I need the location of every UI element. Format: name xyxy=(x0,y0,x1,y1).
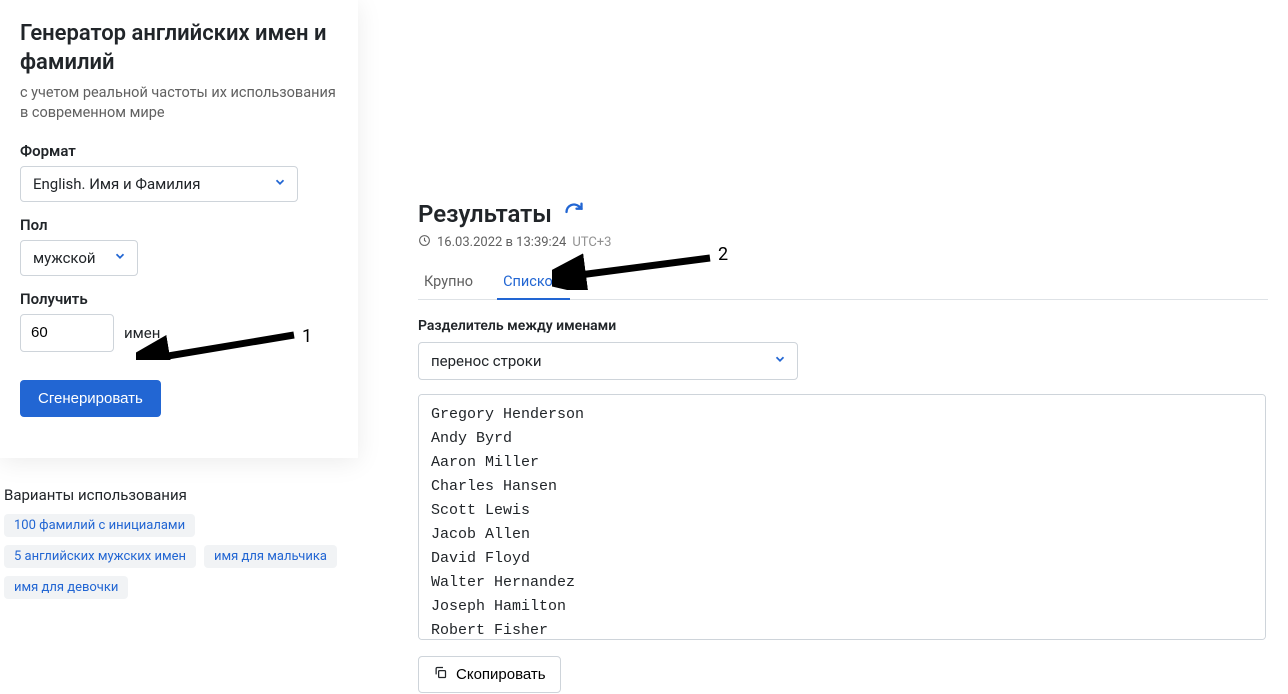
usecases-title: Варианты использования xyxy=(4,486,354,504)
clock-icon xyxy=(418,234,431,251)
usecase-tag[interactable]: имя для девочки xyxy=(4,576,128,599)
delimiter-select-value: перенос строки xyxy=(431,352,542,370)
usecase-tag[interactable]: 5 английских мужских имен xyxy=(4,545,196,568)
copy-icon xyxy=(433,665,448,684)
gender-select-value: мужской xyxy=(33,249,96,267)
copy-button[interactable]: Скопировать xyxy=(418,656,561,693)
format-select-value: English. Имя и Фамилия xyxy=(33,175,200,193)
format-select[interactable]: English. Имя и Фамилия xyxy=(20,166,298,202)
results-output[interactable]: Gregory Henderson Andy Byrd Aaron Miller… xyxy=(418,394,1266,640)
refresh-icon[interactable] xyxy=(564,202,584,226)
annotation-label-2: 2 xyxy=(718,244,728,265)
count-input[interactable] xyxy=(20,314,114,352)
page-subtitle: с учетом реальной частоты их использован… xyxy=(20,83,338,124)
tab-large[interactable]: Крупно xyxy=(418,265,479,300)
count-label: Получить xyxy=(20,290,338,308)
chevron-down-icon xyxy=(773,352,787,370)
results-title: Результаты xyxy=(418,200,552,228)
usecase-tag[interactable]: имя для мальчика xyxy=(204,545,337,568)
results-utc: UTC+3 xyxy=(572,235,611,250)
tab-list[interactable]: Списком xyxy=(497,265,569,300)
gender-label: Пол xyxy=(20,216,338,234)
main-panel: Результаты 16.03.2022 в 13:39:24 UTC+3 К… xyxy=(358,0,1288,694)
gender-select[interactable]: мужской xyxy=(20,240,138,276)
chevron-down-icon xyxy=(113,249,127,267)
format-label: Формат xyxy=(20,142,338,160)
generate-button[interactable]: Сгенерировать xyxy=(20,380,161,417)
count-unit: имен xyxy=(124,324,160,342)
results-tabs: Крупно Списком xyxy=(418,265,1268,300)
delimiter-select[interactable]: перенос строки xyxy=(418,342,798,380)
sidebar-panel: Генератор английских имен и фамилий с уч… xyxy=(0,0,358,458)
delimiter-label: Разделитель между именами xyxy=(418,318,1268,334)
results-timestamp: 16.03.2022 в 13:39:24 xyxy=(437,235,566,250)
page-title: Генератор английских имен и фамилий xyxy=(20,20,338,77)
chevron-down-icon xyxy=(273,175,287,193)
copy-button-label: Скопировать xyxy=(456,666,546,683)
usecase-tag[interactable]: 100 фамилий с инициалами xyxy=(4,514,195,537)
usecases-section: Варианты использования 100 фамилий с ини… xyxy=(0,486,358,599)
annotation-label-1: 1 xyxy=(302,326,312,347)
